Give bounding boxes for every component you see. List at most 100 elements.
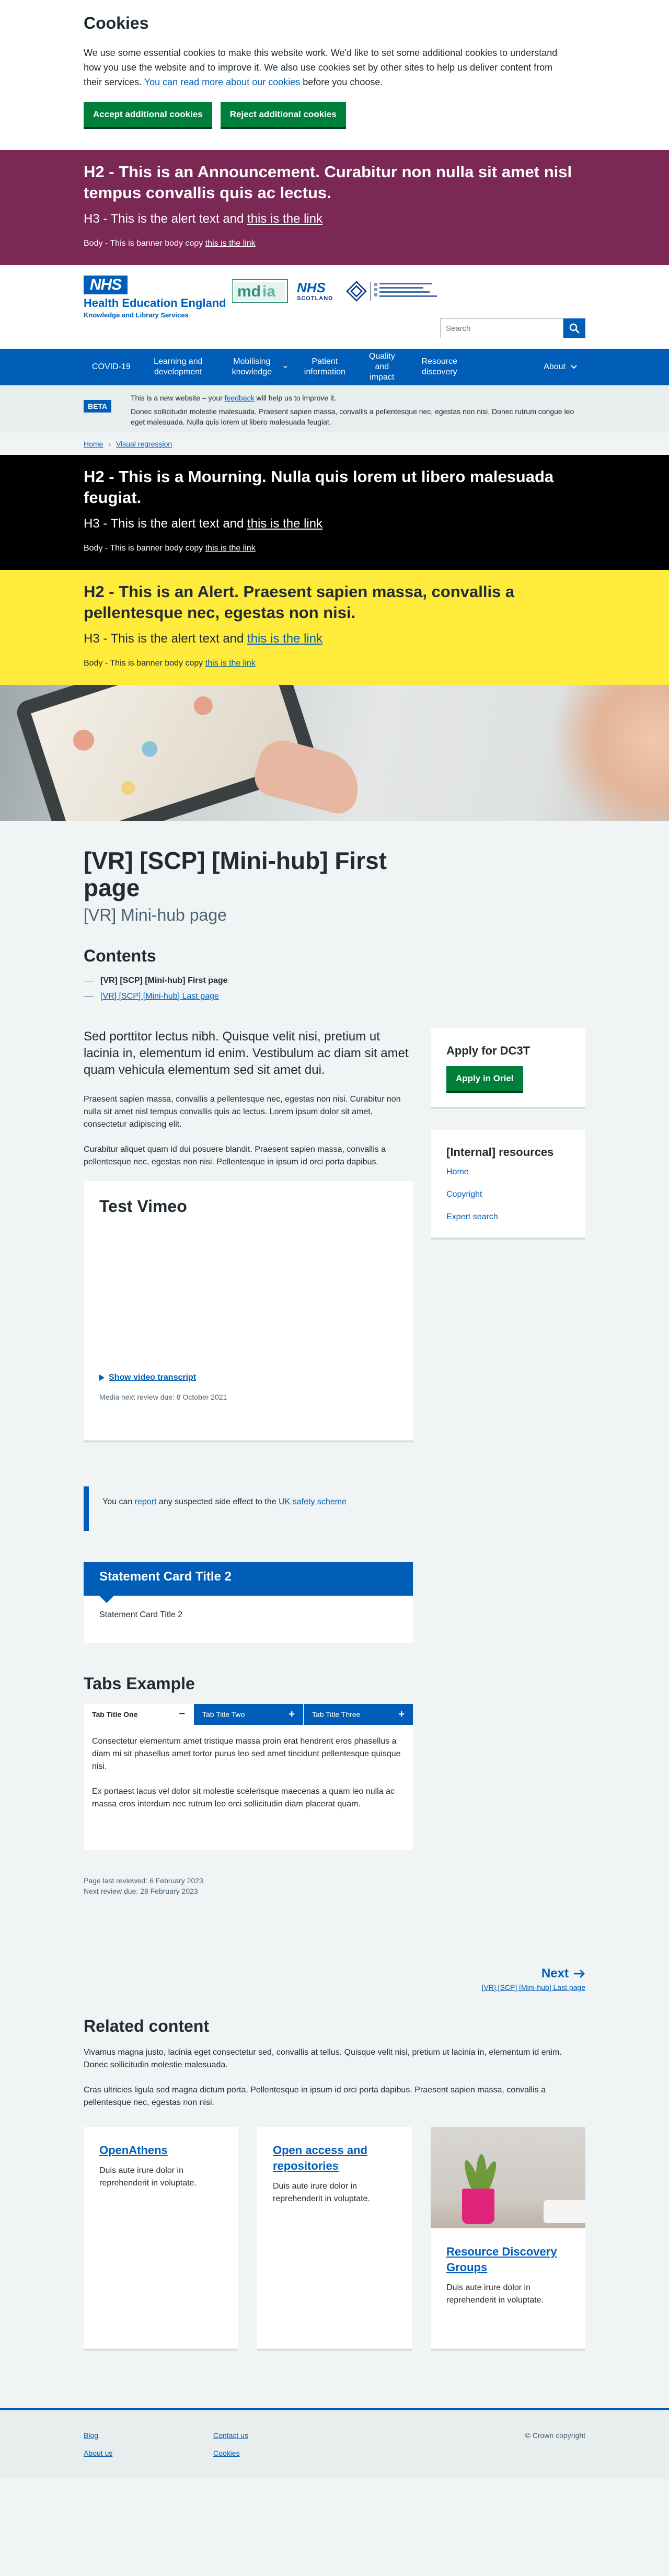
- announcement-body-text: Body - This is banner body copy: [84, 239, 205, 248]
- apply-in-oriel-button[interactable]: Apply in Oriel: [446, 1066, 523, 1091]
- sidebar: Apply for DC3T Apply in Oriel [Internal]…: [431, 1028, 585, 1896]
- page-title: [VR] [SCP] [Mini-hub] First page: [84, 847, 387, 901]
- plus-icon: +: [289, 1708, 295, 1720]
- resources-card-title: [Internal] resources: [446, 1146, 554, 1159]
- next-label: Next: [541, 1966, 569, 1980]
- related-card-link[interactable]: Resource Discovery Groups: [446, 2244, 570, 2275]
- triangle-right-icon: [99, 1375, 105, 1381]
- nav-item-about[interactable]: About: [535, 362, 585, 372]
- footer-link-about-us[interactable]: About us: [84, 2449, 112, 2457]
- beta-line1-start: This is a new website – your: [131, 394, 225, 402]
- cookie-policy-link[interactable]: You can read more about our cookies: [144, 77, 301, 87]
- alert-body-text: Body - This is banner body copy: [84, 659, 205, 668]
- page-caption: [VR] Mini-hub page: [84, 906, 227, 924]
- footer-link-blog[interactable]: Blog: [84, 2431, 112, 2440]
- footer-link-contact-us[interactable]: Contact us: [213, 2431, 248, 2440]
- alert-body-link[interactable]: this is the link: [205, 659, 256, 668]
- tablet-dot: [191, 694, 215, 718]
- nav-label: Mobilising knowledge: [232, 357, 272, 376]
- tab-panel: Consectetur elementum amet tristique mas…: [84, 1725, 413, 1850]
- accept-cookies-button[interactable]: Accept additional cookies: [84, 102, 212, 127]
- org-title: Health Education England: [84, 296, 226, 310]
- related-content: Related content Vivamus magna justo, lac…: [84, 2017, 585, 2351]
- tab-label: Tab Title One: [92, 1710, 138, 1719]
- reject-cookies-button[interactable]: Reject additional cookies: [220, 102, 346, 127]
- nav-item-learning[interactable]: Learning and development: [139, 357, 217, 377]
- nav-label: COVID-19: [92, 362, 131, 371]
- contents-link-last-page[interactable]: [VR] [SCP] [Mini-hub] Last page: [100, 992, 219, 1001]
- transcript-link[interactable]: Show video transcript: [109, 1373, 196, 1382]
- chevron-down-icon: [571, 365, 577, 369]
- plus-icon: +: [398, 1708, 405, 1720]
- inset-text-start: You can: [102, 1497, 135, 1506]
- alert-subheading: H3 - This is the alert text and this is …: [84, 632, 585, 646]
- apply-card: Apply for DC3T Apply in Oriel: [431, 1028, 585, 1109]
- mdia-logo: md ia: [232, 276, 290, 307]
- resource-link-home[interactable]: Home: [446, 1167, 570, 1177]
- mourning-body-link[interactable]: this is the link: [205, 544, 256, 553]
- alert-h3-link[interactable]: this is the link: [247, 632, 322, 646]
- mourning-h3-link[interactable]: this is the link: [247, 517, 322, 531]
- svg-text:md: md: [237, 283, 261, 300]
- alert-body: Body - This is banner body copy this is …: [84, 659, 585, 668]
- plant-pot: [462, 2189, 494, 2224]
- footer-col-1: Blog About us: [84, 2431, 112, 2467]
- next-page-link[interactable]: Next: [541, 1966, 585, 1981]
- inset-text: You can report any suspected side effect…: [84, 1486, 413, 1531]
- copyright: © Crown copyright: [525, 2431, 585, 2440]
- search-button[interactable]: [563, 318, 585, 338]
- resource-link-copyright[interactable]: Copyright: [446, 1190, 570, 1199]
- hee-logo[interactable]: NHS Health Education England Knowledge a…: [84, 276, 226, 319]
- contents-list: Contents [VR] [SCP] [Mini-hub] First pag…: [84, 946, 585, 1001]
- tab-three[interactable]: Tab Title Three +: [303, 1704, 413, 1725]
- main-content: [VR] [SCP] [Mini-hub] First page [VR] Mi…: [0, 821, 669, 2351]
- alert-subheading-text: H3 - This is the alert text and: [84, 632, 248, 646]
- resource-link-expert-search[interactable]: Expert search: [446, 1212, 570, 1222]
- hero-image: [0, 685, 669, 821]
- nav-item-resource[interactable]: Resource discovery: [411, 357, 468, 377]
- related-title: Related content: [84, 2017, 210, 2035]
- report-link[interactable]: report: [135, 1497, 157, 1506]
- nav-item-patient[interactable]: Patient information: [296, 357, 353, 377]
- alert-heading: H2 - This is an Alert. Praesent sapien m…: [84, 582, 515, 622]
- tab-one[interactable]: Tab Title One −: [84, 1704, 193, 1725]
- pagination: Next [VR] [SCP] [Mini-hub] Last page: [84, 1966, 585, 1991]
- nav-label: Resource discovery: [421, 357, 458, 376]
- site-footer: Blog About us Contact us Cookies © Crown…: [0, 2408, 669, 2479]
- nav-label: Learning and development: [154, 357, 203, 376]
- contents-item: [VR] [SCP] [Mini-hub] Last page: [84, 992, 585, 1001]
- org-subtitle: Knowledge and Library Services: [84, 311, 189, 319]
- statement-card-body: Statement Card Title 2: [99, 1610, 183, 1619]
- nav-item-covid[interactable]: COVID-19: [84, 362, 139, 372]
- uk-safety-scheme-link[interactable]: UK safety scheme: [279, 1497, 347, 1506]
- nav-item-mobilising[interactable]: Mobilising knowledge: [217, 357, 296, 377]
- cookie-title: Cookies: [84, 14, 149, 32]
- next-page-title-link[interactable]: [VR] [SCP] [Mini-hub] Last page: [84, 1983, 585, 1991]
- resources-card: [Internal] resources Home Copyright Expe…: [431, 1130, 585, 1240]
- related-card-open-access: Open access and repositories Duis aute i…: [257, 2127, 412, 2351]
- nhs-scotland-logo: NHS SCOTLAND: [297, 276, 333, 307]
- related-card-link[interactable]: Open access and repositories: [273, 2143, 396, 2174]
- search-input[interactable]: [440, 318, 563, 338]
- nav-item-quality[interactable]: Quality and impact: [353, 351, 411, 383]
- nhs-scotland-mark: NHS: [297, 280, 326, 295]
- tab-panel-paragraph: Consectetur elementum amet tristique mas…: [92, 1737, 401, 1771]
- announcement-h3-link[interactable]: this is the link: [247, 212, 322, 226]
- announcement-banner: H2 - This is an Announcement. Curabitur …: [0, 150, 669, 265]
- tab-two[interactable]: Tab Title Two +: [193, 1704, 303, 1725]
- breadcrumb-visual-regression-link[interactable]: Visual regression: [116, 440, 172, 448]
- footer-col-2: Contact us Cookies: [213, 2431, 248, 2467]
- video-embed[interactable]: [99, 1216, 397, 1373]
- feedback-link[interactable]: feedback: [225, 394, 255, 402]
- announcement-body-link[interactable]: this is the link: [205, 239, 256, 248]
- video-title: Test Vimeo: [99, 1197, 187, 1216]
- footer-link-cookies[interactable]: Cookies: [213, 2449, 248, 2457]
- breadcrumb-separator: ›: [108, 440, 111, 448]
- video-transcript-toggle[interactable]: Show video transcript: [99, 1373, 397, 1382]
- related-paragraph: Cras ultricies ligula sed magna dictum p…: [84, 2086, 546, 2107]
- related-card-link[interactable]: OpenAthens: [99, 2143, 223, 2158]
- breadcrumb-home-link[interactable]: Home: [84, 440, 103, 448]
- page-last-reviewed: Page last reviewed: 6 February 2023: [84, 1876, 203, 1885]
- video-card: Test Vimeo Show video transcript Media n…: [84, 1181, 413, 1442]
- hand-illustration: [250, 735, 366, 818]
